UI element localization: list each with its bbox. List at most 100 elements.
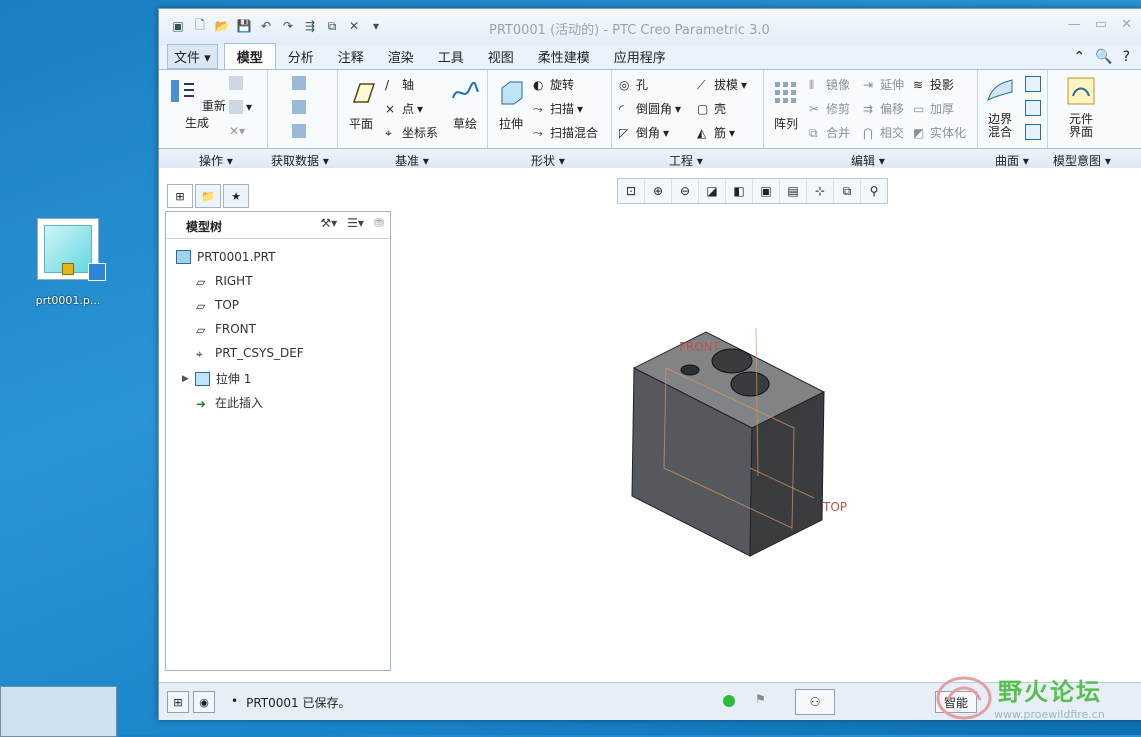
- annotation-display-icon[interactable]: ⧉: [834, 179, 861, 203]
- windows-icon[interactable]: ⧉: [323, 17, 341, 35]
- minimize-button[interactable]: —: [1068, 17, 1081, 32]
- zoom-in-icon[interactable]: ⊕: [645, 179, 672, 203]
- copy-icon[interactable]: [229, 76, 243, 90]
- tab-model[interactable]: 模型: [223, 43, 276, 69]
- merge-button[interactable]: ⧉ 合并: [809, 124, 850, 141]
- offset-button[interactable]: ⇉ 偏移: [863, 100, 904, 117]
- toggle-navigator-icon[interactable]: ⊞: [167, 691, 189, 713]
- tab-annotate[interactable]: 注释: [326, 44, 376, 69]
- spin-center-icon[interactable]: ⚲: [861, 179, 887, 203]
- sweep-button[interactable]: ⤳ 扫描 ▾: [533, 100, 583, 117]
- zoom-out-icon[interactable]: ⊖: [672, 179, 699, 203]
- tree-item-extrude[interactable]: ▶ 拉伸 1: [182, 370, 251, 387]
- delete-icon[interactable]: ✕▾: [229, 124, 245, 138]
- point-button[interactable]: × 点 ▾: [385, 100, 423, 117]
- draft-button[interactable]: ⟋ 拔模 ▾: [697, 76, 747, 93]
- paste-icon[interactable]: ▾: [229, 100, 252, 114]
- trim-button[interactable]: ✂ 修剪: [809, 100, 850, 117]
- round-button[interactable]: ◜ 倒圆角 ▾: [619, 100, 681, 117]
- regeneration-status-icon[interactable]: [723, 695, 735, 707]
- flag-icon[interactable]: ⚑: [755, 692, 766, 706]
- group-label-shapes[interactable]: 形状 ▾: [531, 152, 565, 169]
- tab-analysis[interactable]: 分析: [276, 44, 326, 69]
- group-label-editing[interactable]: 编辑 ▾: [851, 152, 885, 169]
- group-label-datum[interactable]: 基准 ▾: [395, 152, 429, 169]
- help-icon[interactable]: ?: [1123, 49, 1130, 65]
- expand-arrow-icon[interactable]: ▶: [182, 374, 189, 384]
- title-bar[interactable]: ▣ 🗋 📂 💾 ↶ ↷ ⇶ ⧉ ✕ ▾ PRT0001 (活动的) - PTC …: [159, 9, 1141, 45]
- group-label-model-intent[interactable]: 模型意图 ▾: [1053, 152, 1111, 169]
- user-defined-feature-icon[interactable]: [292, 76, 306, 90]
- tree-item-front[interactable]: ▱ FRONT: [196, 322, 256, 337]
- app-menu-icon[interactable]: ▣: [169, 17, 187, 35]
- freestyle-icon[interactable]: [1025, 76, 1041, 92]
- undo-icon[interactable]: ↶: [257, 17, 275, 35]
- shrinkwrap-icon[interactable]: [292, 124, 306, 138]
- tree-item-top[interactable]: ▱ TOP: [196, 298, 239, 313]
- group-label-operations[interactable]: 操作 ▾: [199, 152, 233, 169]
- redo-icon[interactable]: ↷: [279, 17, 297, 35]
- customize-qat-icon[interactable]: ▾: [367, 17, 385, 35]
- tree-item-insert-here[interactable]: ➜ 在此插入: [196, 394, 263, 411]
- style-icon[interactable]: [1025, 100, 1041, 116]
- solidify-button[interactable]: ◩ 实体化: [913, 124, 966, 141]
- group-label-get-data[interactable]: 获取数据 ▾: [271, 152, 329, 169]
- collapse-ribbon-icon[interactable]: ⌃: [1073, 49, 1085, 65]
- mirror-button[interactable]: ⫴ 镜像: [809, 76, 850, 93]
- extrude-button[interactable]: 拉伸: [493, 78, 529, 132]
- tree-item-part[interactable]: PRT0001.PRT: [176, 250, 275, 264]
- close-button[interactable]: ✕: [1121, 17, 1132, 32]
- group-label-surfaces[interactable]: 曲面 ▾: [995, 152, 1029, 169]
- chamfer-button[interactable]: ◸ 倒角 ▾: [619, 124, 669, 141]
- folder-browser-tab-icon[interactable]: 📁: [195, 184, 221, 208]
- maximize-button[interactable]: ▭: [1095, 17, 1107, 32]
- show-icon[interactable]: ☰▾: [347, 216, 364, 230]
- tab-applications[interactable]: 应用程序: [602, 44, 678, 69]
- csys-button[interactable]: ⌖ 坐标系: [385, 124, 438, 141]
- open-folder-icon[interactable]: 📂: [213, 17, 231, 35]
- revolve-button[interactable]: ◐ 旋转: [533, 76, 574, 93]
- settings-tools-icon[interactable]: ⚒▾: [320, 216, 337, 230]
- shell-button[interactable]: ▢ 壳: [697, 100, 726, 117]
- regenerate-icon[interactable]: ⇶: [301, 17, 319, 35]
- saved-orientations-icon[interactable]: ▣: [753, 179, 780, 203]
- plane-button[interactable]: 平面: [341, 78, 381, 132]
- favorites-tab-icon[interactable]: ★: [223, 184, 249, 208]
- desktop-file-icon[interactable]: prt0001.p...: [30, 218, 106, 307]
- intersect-button[interactable]: ⋂ 相交: [863, 124, 904, 141]
- sketch-button[interactable]: 草绘: [447, 78, 483, 132]
- thicken-button[interactable]: ▭ 加厚: [913, 100, 954, 117]
- tab-file[interactable]: 文件 ▾: [167, 44, 218, 69]
- filter-icon[interactable]: ⛃: [374, 216, 384, 230]
- save-icon[interactable]: 💾: [235, 17, 253, 35]
- taskbar-window-thumbnail[interactable]: [0, 686, 117, 737]
- tab-tools[interactable]: 工具: [426, 44, 476, 69]
- part-model-graphic[interactable]: [624, 328, 844, 568]
- tree-item-csys[interactable]: ⌖ PRT_CSYS_DEF: [196, 346, 304, 361]
- rib-button[interactable]: ◭ 筋 ▾: [697, 124, 735, 141]
- regenerate-button[interactable]: 重新生成: [167, 76, 227, 131]
- group-label-engineering[interactable]: 工程 ▾: [669, 152, 703, 169]
- swept-blend-button[interactable]: ⤳ 扫描混合: [533, 124, 598, 141]
- axis-button[interactable]: / 轴: [385, 76, 414, 93]
- new-file-icon[interactable]: 🗋: [191, 17, 209, 35]
- boundary-blend-button[interactable]: 边界混合: [981, 76, 1019, 139]
- toggle-browser-icon[interactable]: ◉: [193, 691, 215, 713]
- view-manager-icon[interactable]: ▤: [780, 179, 807, 203]
- display-style-icon[interactable]: ◧: [726, 179, 753, 203]
- repaint-icon[interactable]: ◪: [699, 179, 726, 203]
- extend-button[interactable]: ⇥ 延伸: [863, 76, 904, 93]
- fill-icon[interactable]: [1025, 124, 1041, 140]
- refit-icon[interactable]: ⊡: [618, 179, 645, 203]
- pattern-button[interactable]: 阵列: [769, 78, 803, 132]
- tree-item-right[interactable]: ▱ RIGHT: [196, 274, 253, 289]
- project-button[interactable]: ≋ 投影: [913, 76, 954, 93]
- tab-view[interactable]: 视图: [476, 44, 526, 69]
- hole-button[interactable]: ◎ 孔: [619, 76, 648, 93]
- datum-display-icon[interactable]: ⊹: [807, 179, 834, 203]
- front-plane-label[interactable]: FRONT: [679, 340, 720, 354]
- model-tree-tab-icon[interactable]: ⊞: [167, 184, 193, 208]
- copy-geometry-icon[interactable]: [292, 100, 306, 114]
- component-interface-button[interactable]: 元件界面: [1059, 76, 1103, 139]
- tab-render[interactable]: 渲染: [376, 44, 426, 69]
